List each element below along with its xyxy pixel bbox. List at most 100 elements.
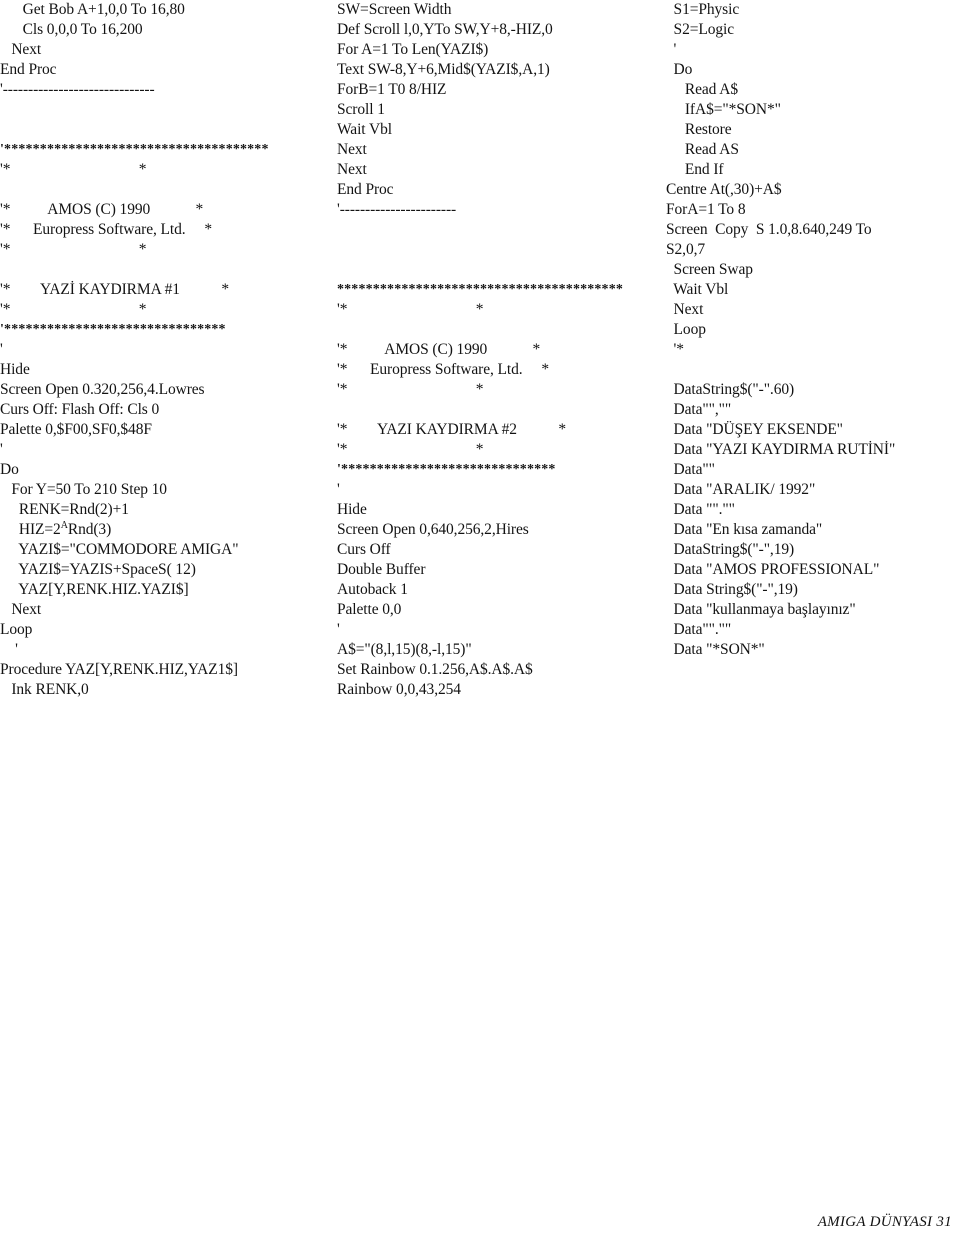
- code-line: Centre At(,30)+A$: [666, 181, 782, 198]
- page-footer: AMIGA DÜNYASI 31: [817, 1214, 952, 1230]
- superscript-caret: A: [60, 519, 68, 531]
- code-line: For A=1 To Len(YAZI$): [337, 41, 489, 58]
- code-banner-line: '* Europress Software, Ltd. *: [337, 361, 550, 378]
- code-line: Hide: [0, 361, 30, 378]
- code-line: Data""."": [666, 621, 732, 638]
- code-line: Loop: [0, 621, 33, 638]
- code-line: ForA=1 To 8: [666, 201, 746, 218]
- code-line: Next: [0, 601, 42, 618]
- code-line: ': [0, 641, 18, 658]
- code-banner-line: '* Europress Software, Ltd. *: [0, 221, 213, 238]
- code-column-3: S1=Physic S2=Logic ' Do Read A$ IfA$="*S…: [666, 0, 960, 660]
- code-line: Ink RENK,0: [0, 681, 89, 698]
- code-line: ': [337, 481, 340, 498]
- code-line: Data String$("-",19): [666, 581, 798, 598]
- code-line: Screen Open 0,640,256,2,Hires: [337, 521, 529, 538]
- code-line: Get Bob A+1,0,0 To 16,80: [0, 1, 185, 18]
- code-line: IfA$="*SON*": [666, 101, 781, 118]
- code-line: Data "AMOS PROFESSIONAL": [666, 561, 880, 578]
- code-line: Wait Vbl: [666, 281, 729, 298]
- code-line: Screen Copy S 1.0,8.640,249 To: [666, 221, 872, 238]
- code-banner-line: '* *: [337, 301, 484, 318]
- code-banner-border-top: '*************************************: [0, 142, 269, 157]
- code-banner-border-bottom: '*******************************: [0, 322, 226, 337]
- code-line: Next: [666, 301, 704, 318]
- code-line: S2,0,7: [666, 241, 706, 258]
- code-banner-line: '* *: [0, 301, 147, 318]
- code-banner-border-bottom: '******************************: [337, 462, 556, 477]
- code-line: Double Buffer: [337, 561, 426, 578]
- code-banner-line: '* *: [0, 241, 147, 258]
- code-line: ': [0, 441, 3, 458]
- code-banner-line: '* *: [0, 161, 147, 178]
- code-line: A$="(8,l,15)(8,-l,15)": [337, 641, 472, 658]
- code-line: Data"","": [666, 401, 732, 418]
- code-line: Cls 0,0,0 To 16,200: [0, 21, 143, 38]
- code-line: Data "DÜŞEY EKSENDE": [666, 421, 843, 438]
- code-banner-title: '* YAZI KAYDIRMA #2 *: [337, 421, 567, 438]
- code-line: Palette 0,0: [337, 601, 402, 618]
- code-line: End Proc: [0, 61, 57, 78]
- code-line: Autoback 1: [337, 581, 408, 598]
- code-line: Read AS: [666, 141, 739, 158]
- code-line-separator: '-----------------------: [337, 201, 457, 218]
- code-line-separator: '------------------------------: [0, 81, 155, 98]
- code-line: ': [666, 41, 677, 58]
- code-line: Next: [337, 141, 367, 158]
- code-line: '*: [666, 341, 684, 358]
- code-line: Data "*SON*": [666, 641, 765, 658]
- code-line: Procedure YAZ[Y,RENK.HIZ,YAZ1$]: [0, 661, 238, 678]
- code-line: Rainbow 0,0,43,254: [337, 681, 461, 698]
- code-line: Curs Off: [337, 541, 391, 558]
- code-line: Restore: [666, 121, 732, 138]
- code-line: Screen Swap: [666, 261, 754, 278]
- code-column-2: SW=Screen Width Def Scroll l,0,YTo SW,Y+…: [337, 0, 667, 700]
- code-line: Scroll 1: [337, 101, 385, 118]
- code-line: ': [0, 341, 3, 358]
- code-line: YAZ[Y,RENK.HIZ.YAZI$]: [0, 581, 189, 598]
- code-line: Do: [0, 461, 19, 478]
- code-line: Screen Open 0.320,256,4.Lowres: [0, 381, 205, 398]
- code-line: DataString$("-".60): [666, 381, 795, 398]
- code-line: S1=Physic: [666, 1, 740, 18]
- code-line: End Proc: [337, 181, 394, 198]
- code-line: End If: [666, 161, 724, 178]
- code-banner-line: '* AMOS (C) 1990 *: [0, 201, 204, 218]
- code-line: ForB=1 T0 8/HIZ: [337, 81, 447, 98]
- code-line: Next: [0, 41, 42, 58]
- code-line: S2=Logic: [666, 21, 735, 38]
- code-line: YAZI$=YAZIS+SpaceS( 12): [0, 561, 196, 578]
- code-line: For Y=50 To 210 Step 10: [0, 481, 167, 498]
- code-line: Palette 0,$F00,SF0,$48F: [0, 421, 152, 438]
- code-banner-line: '* AMOS (C) 1990 *: [337, 341, 541, 358]
- code-column-1: Get Bob A+1,0,0 To 16,80 Cls 0,0,0 To 16…: [0, 0, 330, 700]
- code-line: Data "En kısa zamanda": [666, 521, 823, 538]
- code-line: Def Scroll l,0,YTo SW,Y+8,-HIZ,0: [337, 21, 553, 38]
- code-line: Do: [666, 61, 693, 78]
- code-line: Hide: [337, 501, 367, 518]
- code-line: Data "ARALIK/ 1992": [666, 481, 816, 498]
- code-line: RENK=Rnd(2)+1: [0, 501, 129, 518]
- code-line: Curs Off: Flash Off: Cls 0: [0, 401, 160, 418]
- code-line: Loop: [666, 321, 706, 338]
- code-line: Data "kullanmaya başlayınız": [666, 601, 856, 618]
- code-line: Next: [337, 161, 367, 178]
- code-line: ': [337, 621, 340, 638]
- code-banner-title: '* YAZİ KAYDIRMA #1 *: [0, 281, 230, 298]
- code-line: Data "YAZI KAYDIRMA RUTİNİ": [666, 441, 896, 458]
- code-line: DataString$("-",19): [666, 541, 795, 558]
- code-line: Text SW-8,Y+6,Mid$(YAZI$,A,1): [337, 61, 550, 78]
- code-line: Wait Vbl: [337, 121, 392, 138]
- code-banner-border-top: ****************************************: [337, 282, 623, 297]
- code-line: Read A$: [666, 81, 738, 98]
